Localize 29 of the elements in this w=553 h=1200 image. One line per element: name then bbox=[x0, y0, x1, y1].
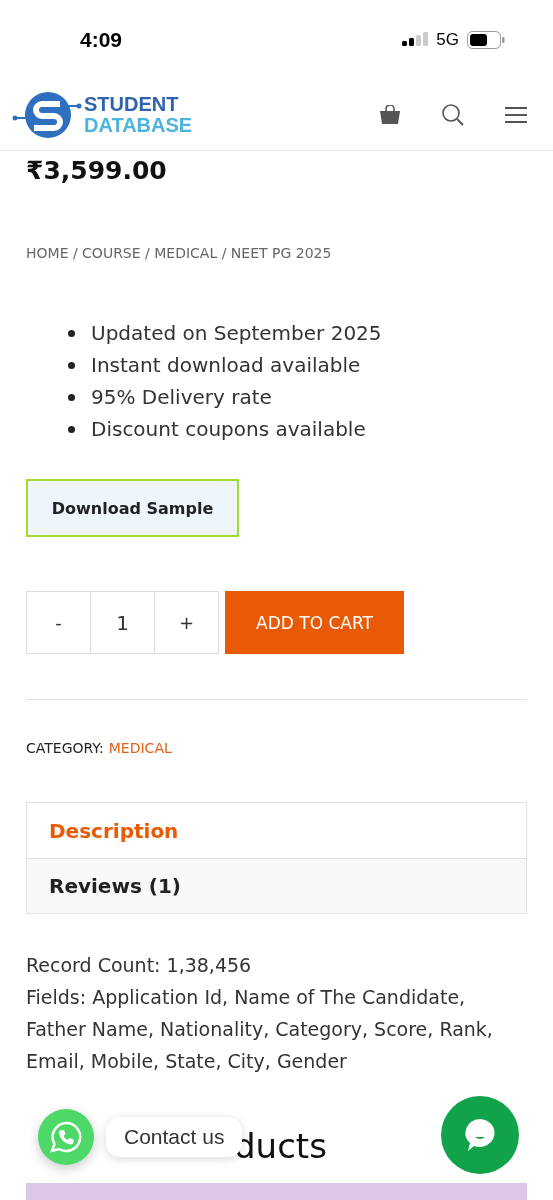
tab[interactable]: Reviews (1) bbox=[27, 858, 526, 913]
category-label: CATEGORY: bbox=[26, 740, 104, 756]
logo-text: STUDENT bbox=[84, 94, 180, 115]
feature-text: Discount coupons available bbox=[91, 416, 366, 443]
logo-icon bbox=[12, 90, 82, 140]
description-text: Fields: Application Id, Name of The Candidate, Father Name, Nationality, Category, Score, Rank, Email, Mobile, State, City, Gender bbox=[26, 985, 494, 1074]
search-icon[interactable] bbox=[441, 103, 465, 127]
feature-text: Instant download available bbox=[91, 352, 361, 379]
bullet-icon bbox=[68, 393, 75, 401]
network-label: 5G bbox=[436, 30, 459, 50]
menu-icon[interactable] bbox=[505, 106, 527, 124]
bullet-icon bbox=[68, 329, 75, 337]
description-text: Record Count: 1,38,456 bbox=[26, 953, 253, 978]
add-to-cart-button[interactable]: ADD TO CART bbox=[225, 591, 404, 654]
feature-text: Updated on September 2025 bbox=[91, 320, 382, 347]
product-price: ₹3,599.00 bbox=[26, 155, 168, 187]
logo-text: DATABASE bbox=[84, 115, 193, 136]
signal-icon bbox=[402, 32, 429, 48]
quantity-field[interactable]: 1 bbox=[90, 592, 155, 653]
phone-chat-icon bbox=[49, 1120, 83, 1154]
breadcrumb-trail[interactable]: HOME / COURSE / MEDICAL / NEET PG 2025 bbox=[26, 245, 332, 261]
bullet-icon bbox=[68, 361, 75, 369]
bullet-icon bbox=[68, 425, 75, 433]
download-sample-button[interactable]: Download Sample bbox=[26, 479, 239, 537]
feature-text: 95% Delivery rate bbox=[91, 384, 272, 411]
shopping-bag-icon[interactable] bbox=[379, 105, 401, 125]
battery-icon bbox=[467, 31, 505, 49]
status-time: 4:09 bbox=[80, 28, 123, 52]
category-link[interactable]: MEDICAL bbox=[108, 740, 172, 756]
